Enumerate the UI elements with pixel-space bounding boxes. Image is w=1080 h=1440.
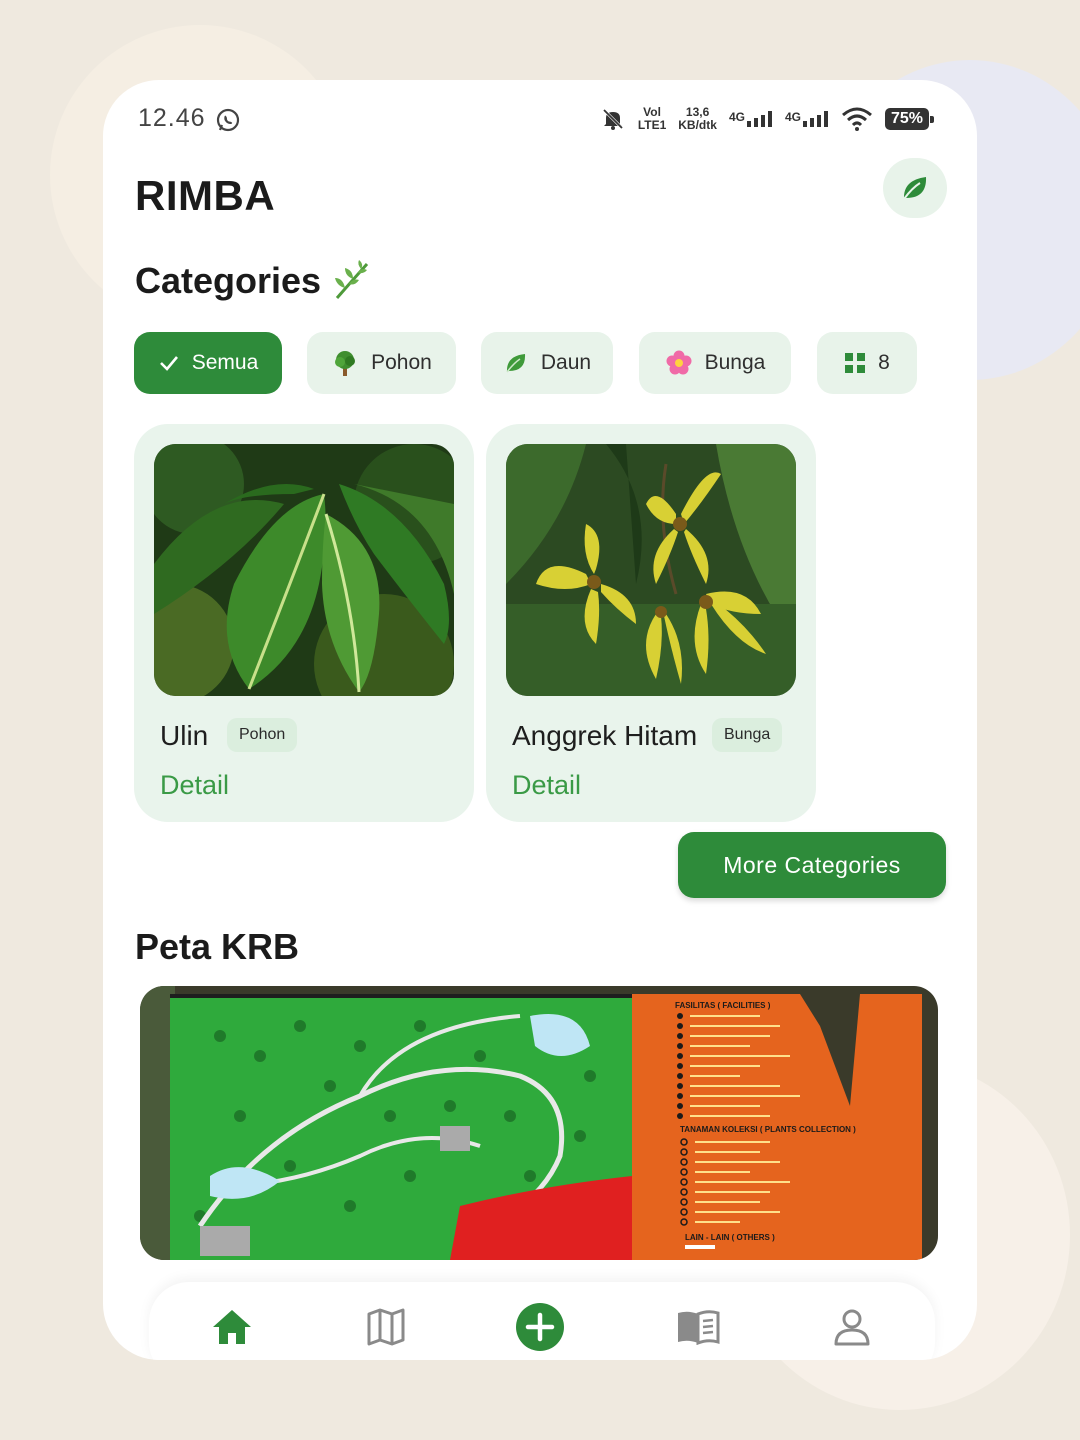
nav-add[interactable] <box>515 1302 565 1352</box>
plant-category-tag: Pohon <box>227 718 298 752</box>
mute-bell-icon <box>602 108 623 130</box>
leaf-icon <box>903 177 927 200</box>
nav-home[interactable] <box>207 1302 257 1352</box>
anggrek-flower-photo <box>506 444 796 696</box>
herb-icon <box>335 260 369 299</box>
add-icon <box>516 1303 564 1351</box>
sim1-label: 4G <box>728 110 745 124</box>
krb-map-board: FASILITAS ( FACILITIES ) TANAMAN KOLEKSI… <box>140 986 938 1260</box>
signal-icon <box>802 111 828 127</box>
chip-label: Semua <box>191 351 259 374</box>
network-lte-label: LTE1 <box>637 118 667 132</box>
map-legend-others: LAIN - LAIN ( OTHERS ) <box>685 1233 775 1242</box>
map-section-title: Peta KRB <box>135 926 300 967</box>
sim2-label: 4G <box>784 110 801 124</box>
status-bar: 12.46 Vol LTE1 13,6 KB/dtk 4G 4G 75% <box>103 80 977 160</box>
check-icon <box>159 356 178 371</box>
grid-icon <box>845 353 866 373</box>
leaf-button[interactable] <box>883 158 947 218</box>
flower-icon <box>666 350 692 375</box>
more-categories-button[interactable]: More Categories <box>678 832 946 898</box>
chip-label: Bunga <box>704 351 766 374</box>
plant-category-tag: Bunga <box>712 718 783 752</box>
detail-link[interactable]: Detail <box>512 770 581 801</box>
signal-icon <box>746 111 772 127</box>
whatsapp-icon <box>216 108 240 132</box>
chip-bunga[interactable]: Bunga <box>639 332 791 394</box>
plant-card-ulin[interactable]: Ulin Pohon Detail <box>134 424 474 822</box>
plant-name: Ulin <box>160 720 209 751</box>
nav-profile[interactable] <box>827 1302 877 1352</box>
leaf-icon <box>506 354 525 373</box>
chip-label: Daun <box>540 351 592 374</box>
bottom-navigation <box>149 1282 935 1360</box>
network-speed: 13,6 KB/dtk <box>678 106 717 132</box>
sim1-signal: 4G <box>729 111 773 127</box>
chip-label: Pohon <box>371 351 432 374</box>
book-icon <box>678 1310 720 1345</box>
network-type: Vol LTE1 <box>638 106 666 132</box>
chip-more-count[interactable]: 8 <box>817 332 917 394</box>
plant-photo <box>506 444 796 696</box>
wifi-icon <box>841 107 872 131</box>
home-icon <box>213 1310 251 1344</box>
plant-photo <box>154 444 454 696</box>
app-title: RIMBA <box>135 172 276 219</box>
battery-indicator: 75% <box>884 108 935 130</box>
ulin-leaf-photo <box>154 444 454 696</box>
detail-link[interactable]: Detail <box>160 770 229 801</box>
status-time: 12.46 <box>138 104 206 132</box>
map-legend-plants: TANAMAN KOLEKSI ( PLANTS COLLECTION ) <box>680 1125 856 1134</box>
map-icon <box>367 1308 405 1346</box>
chip-semua[interactable]: Semua <box>134 332 282 394</box>
nav-map[interactable] <box>361 1302 411 1352</box>
plant-card-anggrek-hitam[interactable]: Anggrek Hitam Bunga Detail <box>486 424 816 822</box>
map-legend-facilities: FASILITAS ( FACILITIES ) <box>675 1001 771 1010</box>
speed-unit: KB/dtk <box>678 118 717 132</box>
chip-daun[interactable]: Daun <box>481 332 613 394</box>
plant-name: Anggrek Hitam <box>512 720 698 751</box>
chip-label: 8 <box>878 351 890 374</box>
profile-icon <box>834 1309 870 1346</box>
krb-map-image[interactable]: FASILITAS ( FACILITIES ) TANAMAN KOLEKSI… <box>140 986 938 1260</box>
phone-screen: 12.46 Vol LTE1 13,6 KB/dtk 4G 4G 75% RIM… <box>103 80 977 1360</box>
chip-pohon[interactable]: Pohon <box>307 332 456 394</box>
tree-icon <box>335 351 356 376</box>
nav-catalog[interactable] <box>673 1302 723 1352</box>
categories-title: Categories <box>135 260 322 301</box>
status-icons: Vol LTE1 13,6 KB/dtk 4G 4G 75% <box>600 104 935 134</box>
sim2-signal: 4G <box>785 111 829 127</box>
